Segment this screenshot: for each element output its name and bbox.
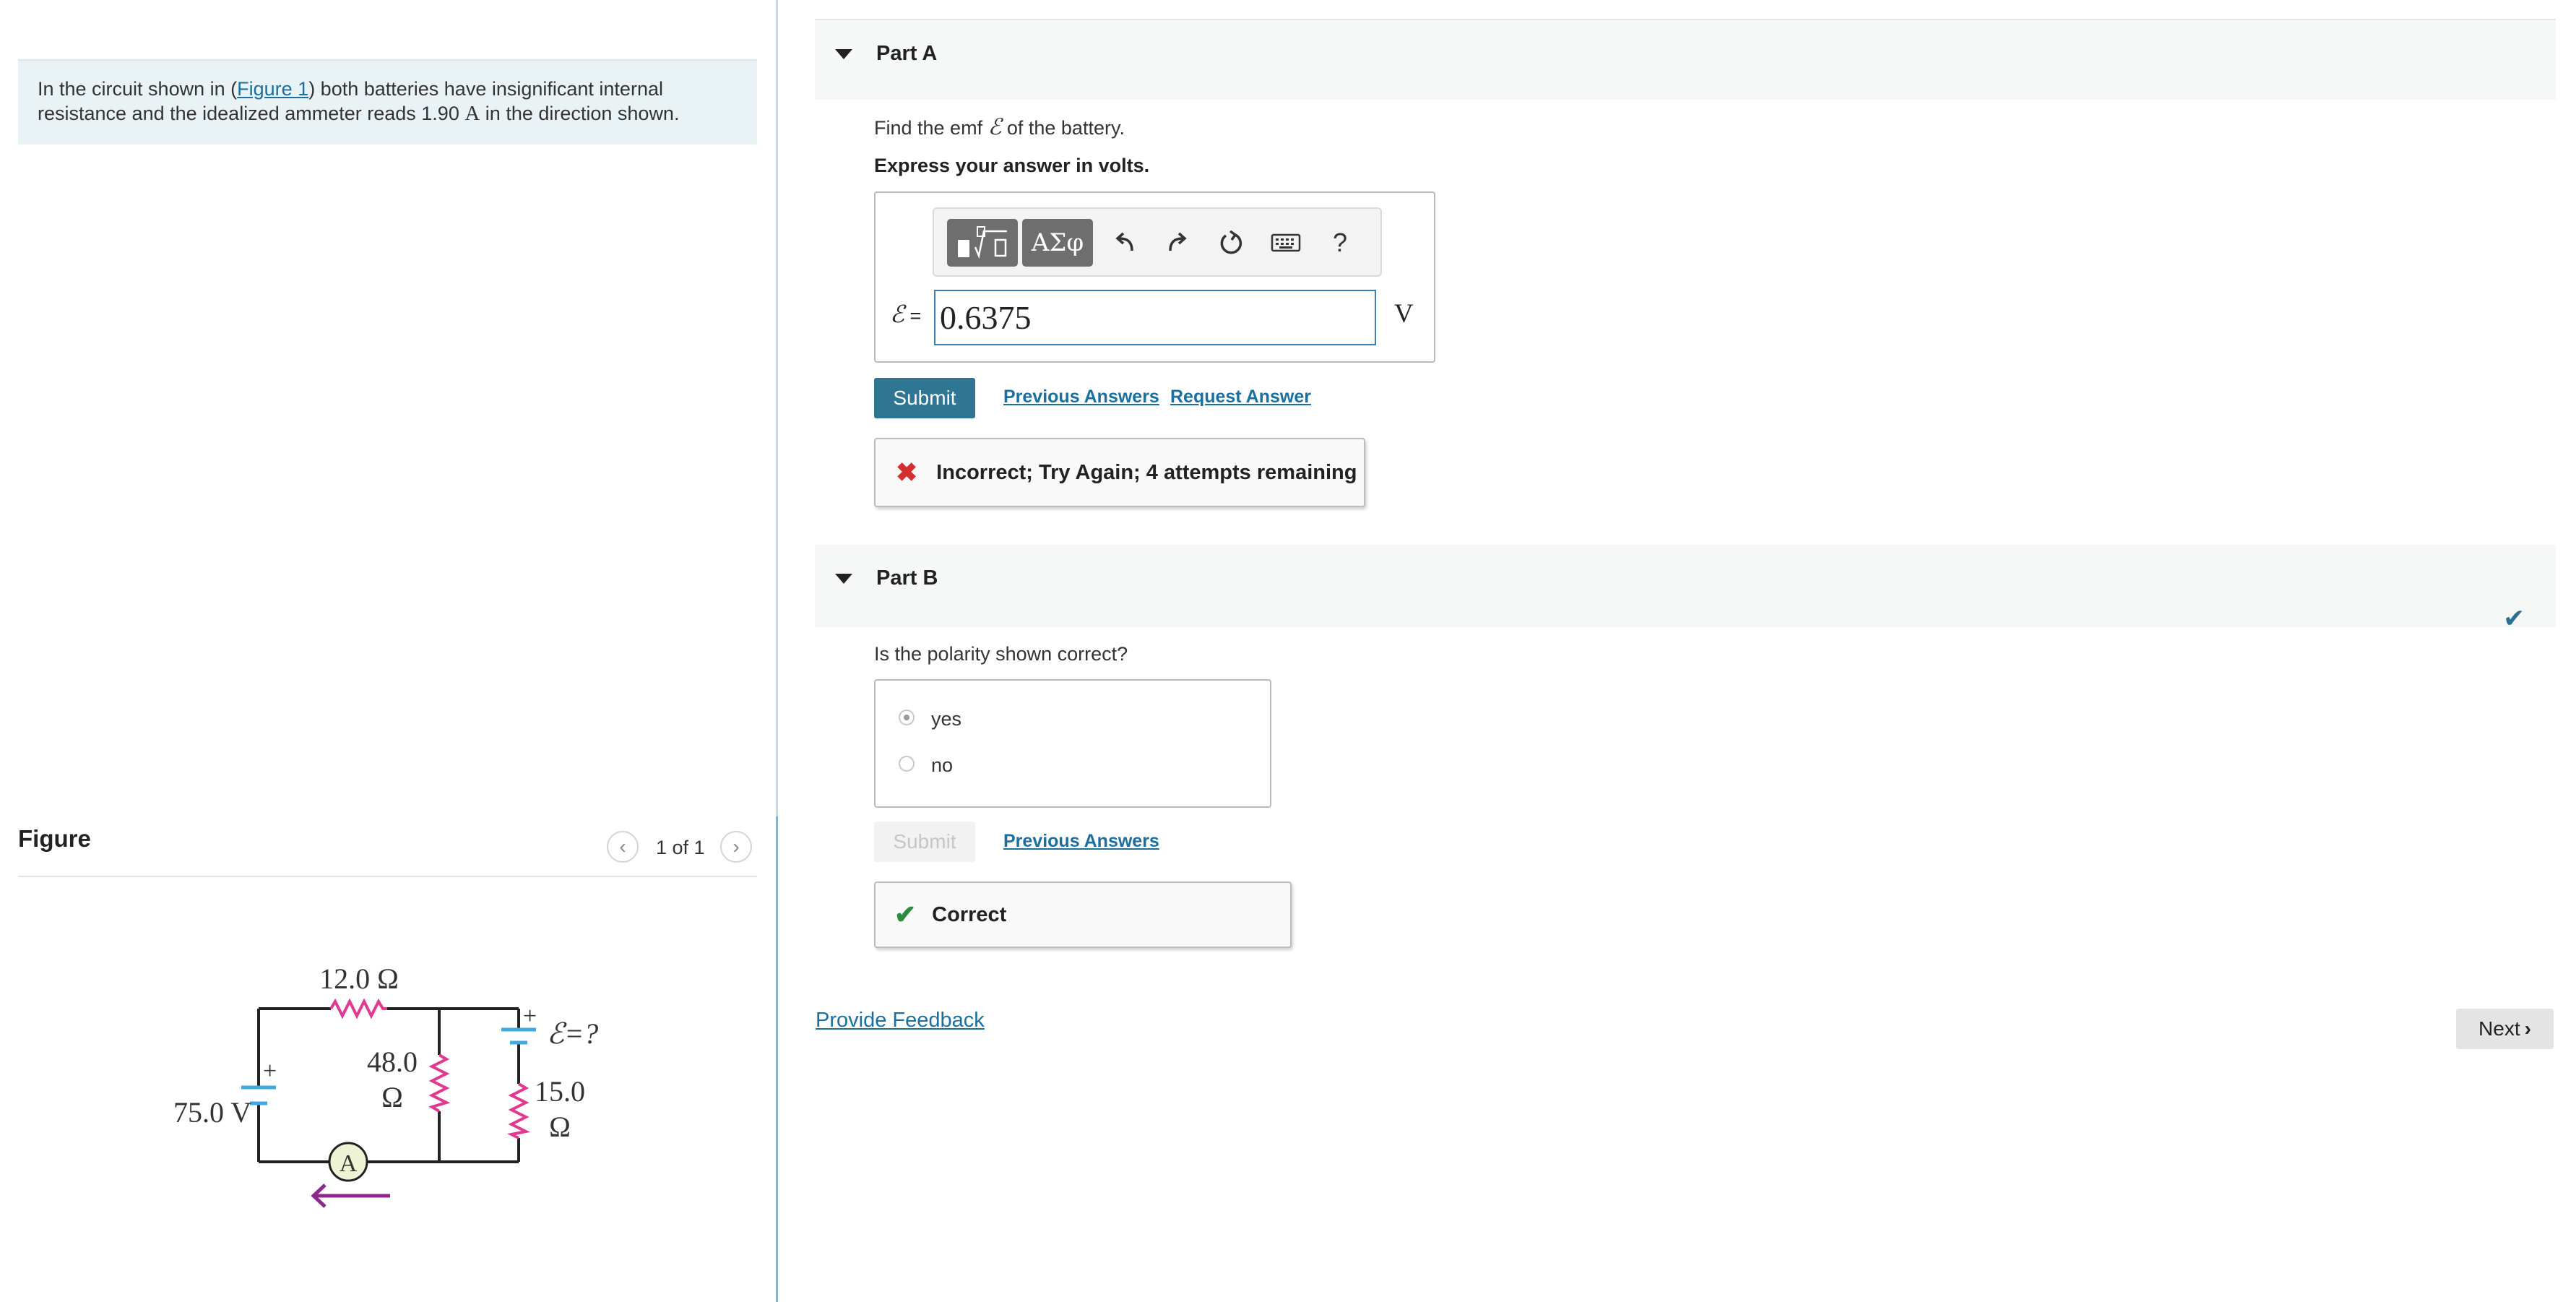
figure-divider xyxy=(18,876,757,877)
option-no-label[interactable]: no xyxy=(931,754,953,777)
unit-label: V xyxy=(1394,299,1414,329)
chevron-right-icon: › xyxy=(2524,1017,2531,1040)
problem-text-before: In the circuit shown in ( xyxy=(38,78,238,100)
figure-counter: 1 of 1 xyxy=(656,837,705,858)
redo-icon xyxy=(1169,232,1187,251)
correct-check-icon: ✔ xyxy=(894,900,917,929)
resistor-middle xyxy=(428,1053,451,1113)
provide-feedback-link[interactable]: Provide Feedback xyxy=(816,1009,985,1032)
radio-yes[interactable] xyxy=(899,710,915,725)
label-ammeter: A xyxy=(340,1150,358,1177)
caret-down-icon xyxy=(835,574,852,584)
circuit-diagram: 12.0 Ω 48.0 Ω 15.0 Ω 75.0 V ℰ=? + + A xyxy=(173,962,598,1208)
part-a-question: Find the emf ℰ of the battery. xyxy=(874,114,1125,140)
resistor-top xyxy=(329,998,387,1019)
help-button[interactable]: ? xyxy=(1320,219,1360,267)
part-complete-check-icon: ✔ xyxy=(2503,603,2525,633)
part-a-question-before: Find the emf xyxy=(874,117,988,139)
figure-heading: Figure xyxy=(18,825,91,852)
radio-selected-dot xyxy=(904,715,909,720)
label-r-top: 12.0 Ω xyxy=(319,962,399,995)
templates-button[interactable] xyxy=(947,219,1018,267)
part-b-title: Part B xyxy=(876,566,938,590)
figure-next-button[interactable]: › xyxy=(720,831,752,863)
chevron-right-icon: › xyxy=(732,835,740,858)
problem-text-end: in the direction shown. xyxy=(480,103,680,124)
part-a-feedback: ✖ Incorrect; Try Again; 4 attempts remai… xyxy=(874,438,1365,507)
part-a-instruction: Express your answer in volts. xyxy=(874,155,1150,176)
current-unit: A xyxy=(464,102,480,125)
reset-button[interactable] xyxy=(1211,219,1251,267)
problem-statement: In the circuit shown in (Figure 1) both … xyxy=(18,59,757,145)
keyboard-icon xyxy=(1271,233,1301,252)
part-b-header[interactable]: Part B xyxy=(815,545,2556,627)
redo-button[interactable] xyxy=(1158,219,1198,267)
part-b-submit-button[interactable]: Submit xyxy=(874,822,975,862)
equation-symbol: ℰ xyxy=(890,302,904,328)
next-label: Next xyxy=(2478,1017,2520,1040)
next-button[interactable]: Next › xyxy=(2456,1009,2554,1049)
option-yes-label[interactable]: yes xyxy=(931,708,961,730)
label-r-right-unit: Ω xyxy=(549,1111,571,1143)
options-box xyxy=(874,679,1271,808)
part-a-title: Part A xyxy=(876,42,938,65)
request-answer-link[interactable]: Request Answer xyxy=(1170,387,1311,408)
templates-icon xyxy=(958,226,1007,259)
label-battery-left: 75.0 V xyxy=(173,1096,251,1129)
figure-prev-button[interactable]: ‹ xyxy=(607,831,639,863)
label-r-right-value: 15.0 xyxy=(535,1075,585,1108)
part-a-feedback-text: Incorrect; Try Again; 4 attempts remaini… xyxy=(936,460,1357,484)
greek-symbols-button[interactable]: ΑΣφ xyxy=(1022,219,1093,267)
part-a-header[interactable]: Part A xyxy=(815,19,2556,100)
keyboard-button[interactable] xyxy=(1266,219,1306,267)
part-b-feedback: ✔ Correct xyxy=(874,881,1292,948)
reset-icon xyxy=(1220,230,1242,254)
undo-button[interactable] xyxy=(1104,219,1144,267)
figure-link[interactable]: Figure 1 xyxy=(237,78,308,100)
equation-equals: = xyxy=(904,305,922,327)
label-r-middle-value: 48.0 xyxy=(367,1046,418,1078)
undo-icon xyxy=(1115,232,1133,251)
incorrect-icon: ✖ xyxy=(896,457,918,487)
part-a-submit-button[interactable]: Submit xyxy=(874,378,975,418)
current-arrow-icon xyxy=(311,1184,390,1208)
answer-input[interactable] xyxy=(934,290,1376,345)
radio-no[interactable] xyxy=(899,756,915,772)
part-a-question-after: of the battery. xyxy=(1001,117,1125,139)
part-b-previous-answers-link[interactable]: Previous Answers xyxy=(1003,831,1159,852)
resistor-right xyxy=(506,1082,531,1139)
label-r-middle-unit: Ω xyxy=(381,1081,403,1113)
emf-symbol: ℰ xyxy=(987,114,1002,139)
part-b-feedback-text: Correct xyxy=(932,902,1007,926)
battery-right xyxy=(501,1027,536,1045)
part-a-previous-answers-link[interactable]: Previous Answers xyxy=(1003,387,1159,408)
part-b-question: Is the polarity shown correct? xyxy=(874,643,1128,665)
label-battery-right: ℰ=? xyxy=(547,1017,598,1050)
label-plus-left: + xyxy=(263,1058,277,1085)
chevron-left-icon: ‹ xyxy=(619,835,626,858)
caret-down-icon xyxy=(835,49,852,59)
equation-label: ℰ = xyxy=(890,300,921,329)
panel-divider-accent xyxy=(776,816,778,1302)
label-plus-right: + xyxy=(523,1003,537,1030)
